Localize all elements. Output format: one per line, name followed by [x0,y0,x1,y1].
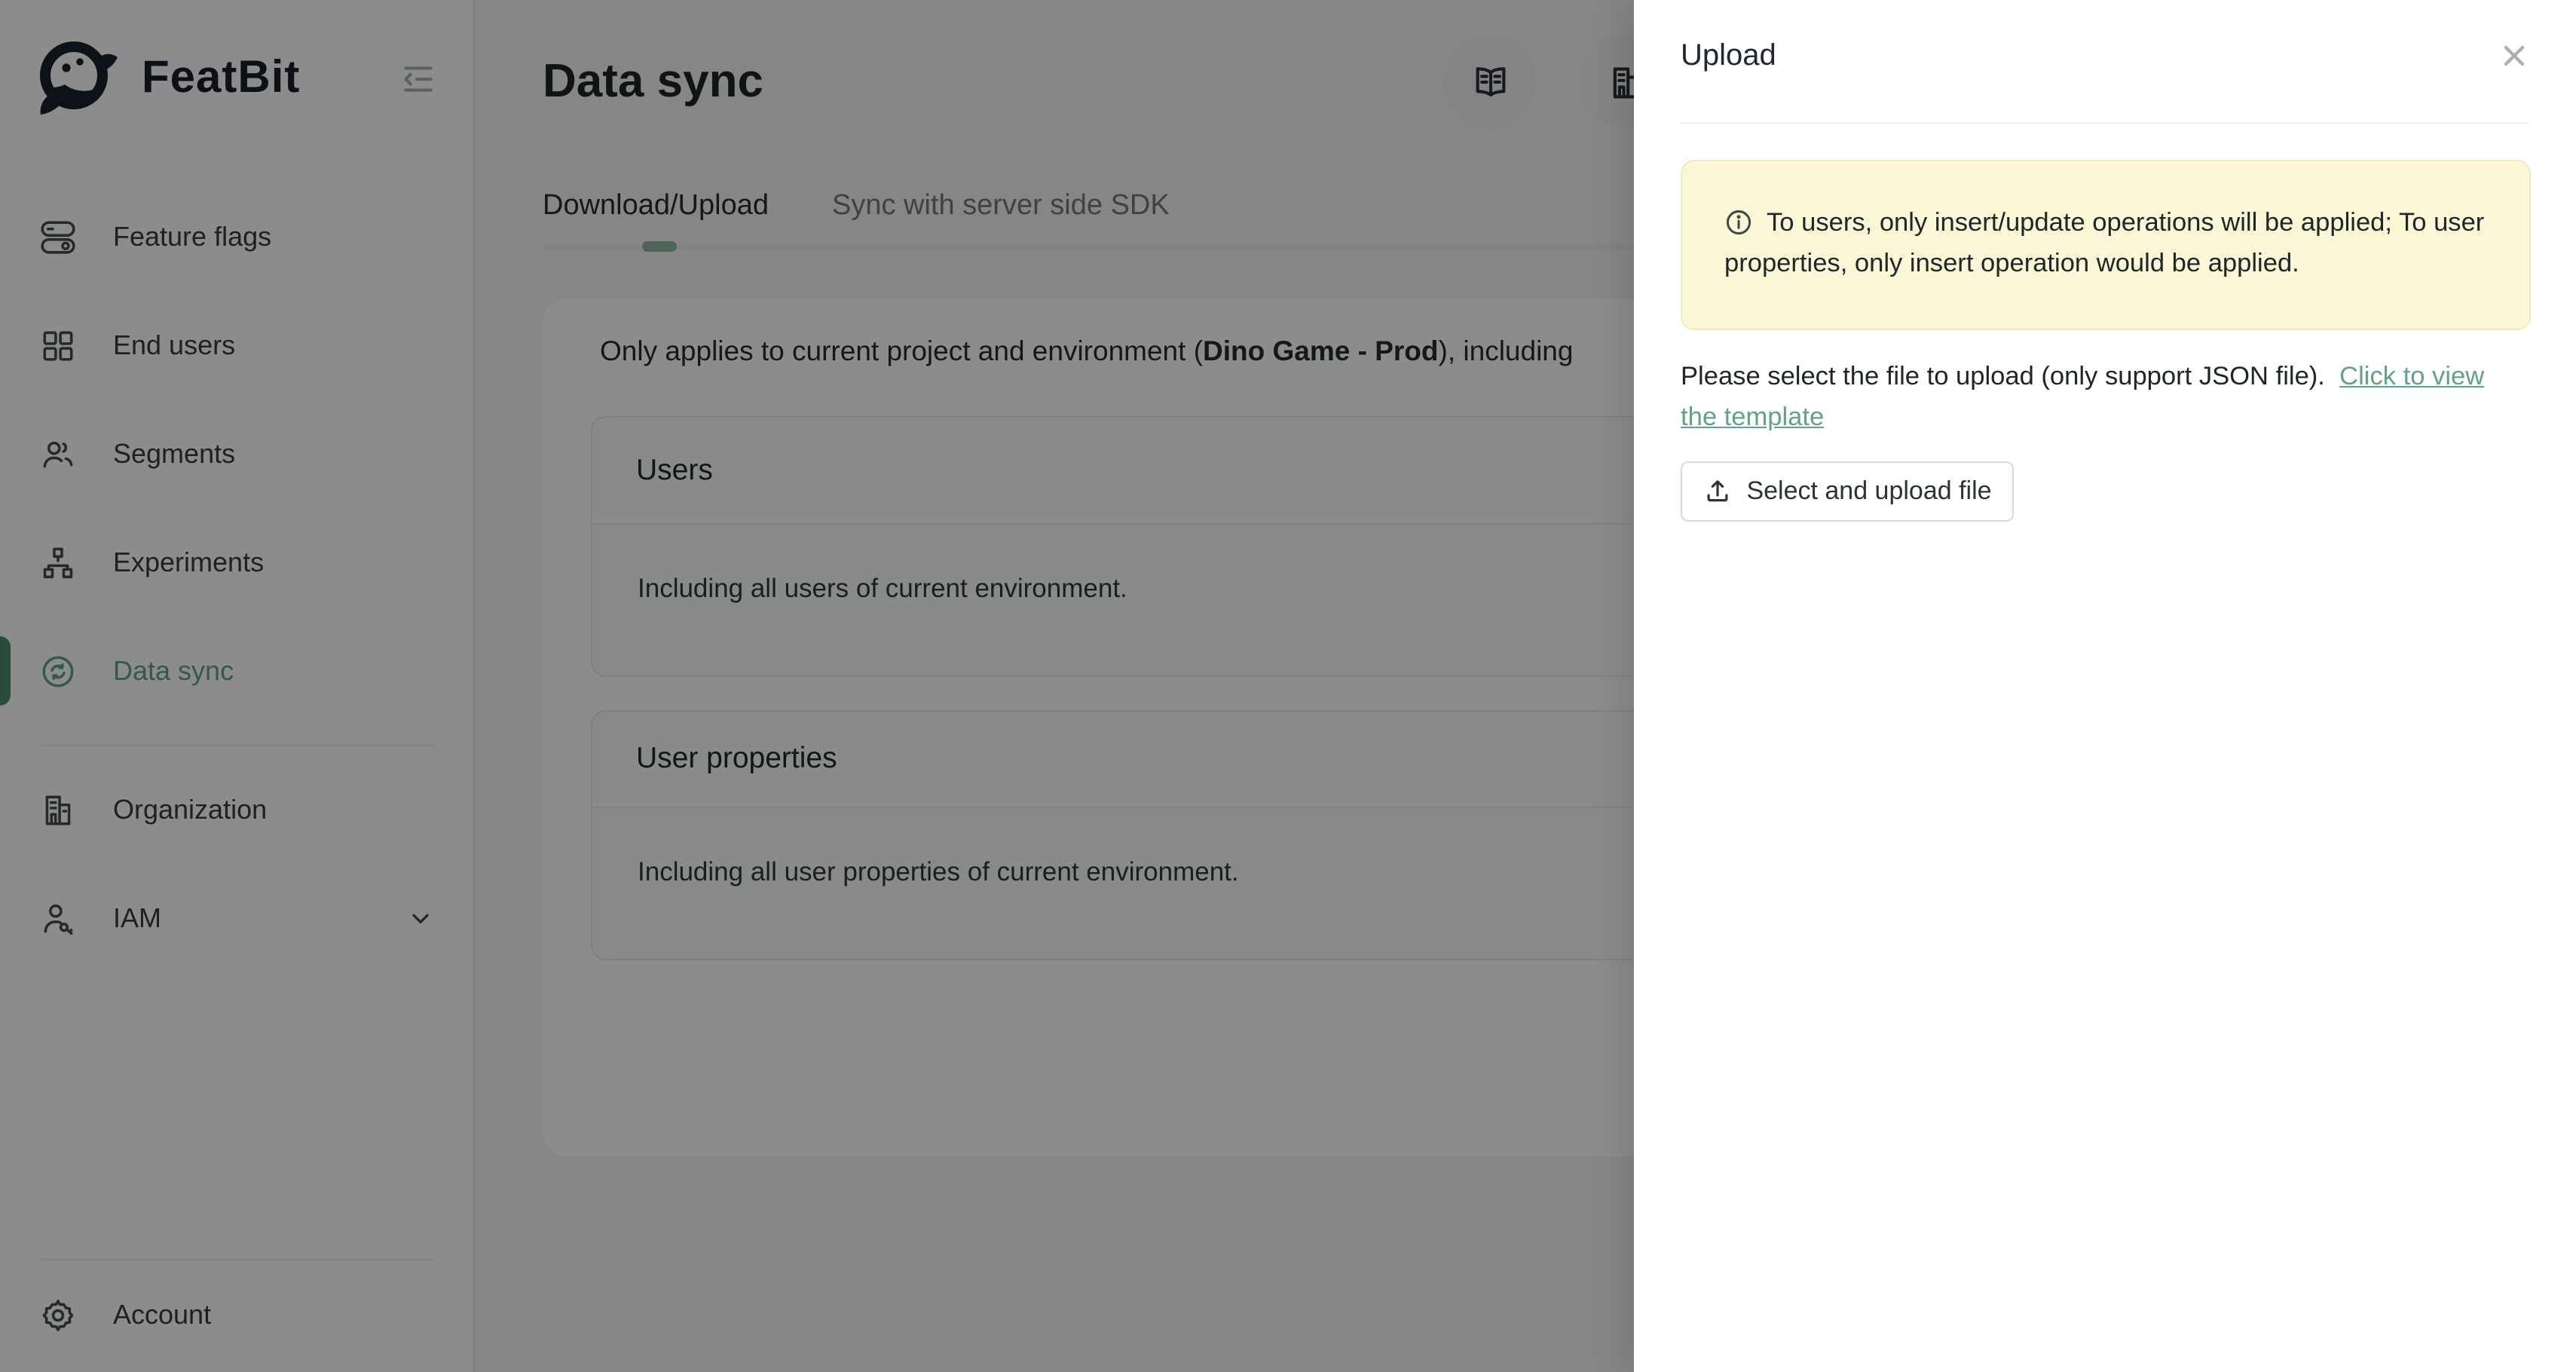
upload-instruction: Please select the file to upload (only s… [1681,356,2519,436]
upload-drawer: Upload To users, only insert/update oper… [1634,0,2576,1372]
screen: FeatBit Feature flags [0,0,2576,1372]
close-icon[interactable] [2498,39,2531,72]
info-icon [1724,208,1753,237]
upload-icon [1703,477,1731,506]
select-upload-file-button[interactable]: Select and upload file [1681,461,2014,522]
upload-button-label: Select and upload file [1746,476,1991,507]
drawer-title: Upload [1681,39,1776,74]
info-alert-text: To users, only insert/update operations … [1724,202,2487,282]
drawer-divider [1681,122,2529,124]
featbit-app: FeatBit Feature flags [0,0,2576,1372]
info-alert: To users, only insert/update operations … [1681,160,2531,330]
